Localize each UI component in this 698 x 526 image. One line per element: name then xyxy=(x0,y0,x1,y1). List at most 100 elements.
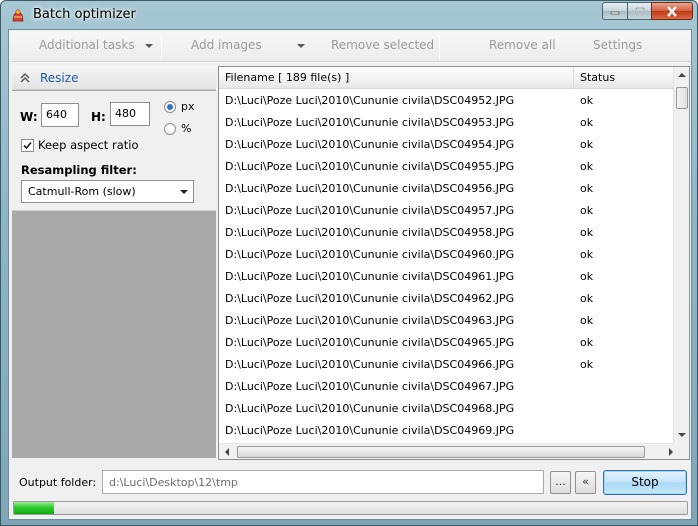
table-row[interactable]: D:\Luci\Poze Luci\2010\Cununie civila\DS… xyxy=(219,133,679,155)
filename-cell: D:\Luci\Poze Luci\2010\Cununie civila\DS… xyxy=(225,314,515,327)
table-row[interactable]: D:\Luci\Poze Luci\2010\Cununie civila\DS… xyxy=(219,265,679,287)
output-folder-input[interactable]: d:\Luci\Desktop\12\tmp xyxy=(102,470,544,494)
close-icon xyxy=(667,5,677,17)
table-row[interactable]: D:\Luci\Poze Luci\2010\Cununie civila\DS… xyxy=(219,375,679,397)
browse-button[interactable]: ... xyxy=(550,471,571,494)
minimize-button[interactable] xyxy=(602,2,628,20)
add-images-button[interactable]: Add images xyxy=(191,38,262,52)
filename-cell: D:\Luci\Poze Luci\2010\Cununie civila\DS… xyxy=(225,270,515,283)
resize-section-header[interactable]: Resize xyxy=(12,66,216,90)
keep-aspect-label: Keep aspect ratio xyxy=(38,138,139,152)
title-bar[interactable]: Batch optimizer xyxy=(1,1,697,29)
filter-label: Resampling filter: xyxy=(21,163,137,177)
close-button[interactable] xyxy=(651,2,693,20)
stop-button[interactable]: Stop xyxy=(603,470,687,495)
table-row[interactable]: D:\Luci\Poze Luci\2010\Cununie civila\DS… xyxy=(219,111,679,133)
file-list[interactable]: Filename [ 189 file(s) ] Status D:\Luci\… xyxy=(218,66,690,460)
filename-cell: D:\Luci\Poze Luci\2010\Cununie civila\DS… xyxy=(225,292,515,305)
filename-cell: D:\Luci\Poze Luci\2010\Cununie civila\DS… xyxy=(225,248,515,261)
chevron-down-icon[interactable] xyxy=(145,44,153,48)
window-title: Batch optimizer xyxy=(33,7,136,22)
table-row[interactable]: D:\Luci\Poze Luci\2010\Cununie civila\DS… xyxy=(219,353,679,375)
table-row[interactable]: D:\Luci\Poze Luci\2010\Cununie civila\DS… xyxy=(219,243,679,265)
status-cell: ok xyxy=(580,182,594,195)
status-cell: ok xyxy=(580,116,594,129)
remove-selected-button[interactable]: Remove selected xyxy=(331,38,434,52)
resize-section-body: W: 640 H: 480 px % Keep aspect ratio Res… xyxy=(12,91,216,211)
scroll-down-icon[interactable] xyxy=(678,433,686,437)
status-cell: ok xyxy=(580,226,594,239)
resize-section-title: Resize xyxy=(40,71,79,85)
unit-percent-label: % xyxy=(181,122,192,135)
keep-aspect-checkbox[interactable] xyxy=(21,139,34,152)
minimize-icon xyxy=(610,11,620,15)
table-row[interactable]: D:\Luci\Poze Luci\2010\Cununie civila\DS… xyxy=(219,287,679,309)
table-row[interactable]: D:\Luci\Poze Luci\2010\Cununie civila\DS… xyxy=(219,199,679,221)
checkmark-icon xyxy=(23,141,32,150)
scroll-left-icon[interactable] xyxy=(225,448,229,456)
width-label: W: xyxy=(20,110,38,124)
width-input[interactable]: 640 xyxy=(41,103,79,127)
unit-px-label: px xyxy=(181,100,195,113)
status-cell: ok xyxy=(580,292,594,305)
additional-tasks-button[interactable]: Additional tasks xyxy=(39,38,135,52)
status-cell: ok xyxy=(580,138,594,151)
resampling-filter-select[interactable]: Catmull-Rom (slow) xyxy=(21,180,194,203)
table-row[interactable]: D:\Luci\Poze Luci\2010\Cununie civila\DS… xyxy=(219,419,679,439)
progress-bar xyxy=(13,501,688,515)
status-cell: ok xyxy=(580,248,594,261)
horizontal-scroll-thumb[interactable] xyxy=(237,446,645,458)
list-header: Filename [ 189 file(s) ] Status xyxy=(219,67,679,89)
status-cell: ok xyxy=(580,204,594,217)
app-window: Batch optimizer Additional tasks Add ima… xyxy=(0,0,698,526)
filename-cell: D:\Luci\Poze Luci\2010\Cununie civila\DS… xyxy=(225,402,515,415)
maximize-button[interactable] xyxy=(627,2,652,20)
chevron-down-icon xyxy=(180,190,188,194)
filename-cell: D:\Luci\Poze Luci\2010\Cununie civila\DS… xyxy=(225,424,515,437)
scroll-thumb[interactable] xyxy=(676,87,688,109)
toolbar: Additional tasks Add images Remove selec… xyxy=(11,31,690,62)
filter-value: Catmull-Rom (slow) xyxy=(28,185,136,198)
status-cell: ok xyxy=(580,314,594,327)
filename-cell: D:\Luci\Poze Luci\2010\Cununie civila\DS… xyxy=(225,182,515,195)
status-cell: ok xyxy=(580,270,594,283)
settings-button[interactable]: Settings xyxy=(593,38,642,52)
unit-px-radio[interactable] xyxy=(164,101,176,113)
status-cell: ok xyxy=(580,160,594,173)
height-input[interactable]: 480 xyxy=(110,102,150,126)
status-cell: ok xyxy=(580,94,594,107)
status-cell: ok xyxy=(580,358,594,371)
table-row[interactable]: D:\Luci\Poze Luci\2010\Cununie civila\DS… xyxy=(219,177,679,199)
status-column-header[interactable]: Status xyxy=(580,71,615,84)
horizontal-scrollbar[interactable] xyxy=(219,443,679,459)
filename-cell: D:\Luci\Poze Luci\2010\Cununie civila\DS… xyxy=(225,358,515,371)
recent-folders-button[interactable]: « xyxy=(575,471,596,494)
scroll-up-icon[interactable] xyxy=(678,73,686,77)
tasks-panel: Resize W: 640 H: 480 px % Keep aspect ra… xyxy=(12,66,216,458)
output-folder-label: Output folder: xyxy=(19,476,97,489)
vertical-scrollbar[interactable] xyxy=(673,67,689,443)
remove-all-button[interactable]: Remove all xyxy=(489,38,556,52)
list-rows: D:\Luci\Poze Luci\2010\Cununie civila\DS… xyxy=(219,89,679,439)
filename-cell: D:\Luci\Poze Luci\2010\Cununie civila\DS… xyxy=(225,336,515,349)
status-cell: ok xyxy=(580,336,594,349)
column-divider[interactable] xyxy=(573,67,574,89)
table-row[interactable]: D:\Luci\Poze Luci\2010\Cununie civila\DS… xyxy=(219,155,679,177)
client-area: Additional tasks Add images Remove selec… xyxy=(8,29,692,520)
table-row[interactable]: D:\Luci\Poze Luci\2010\Cununie civila\DS… xyxy=(219,309,679,331)
collapse-icon[interactable] xyxy=(20,73,30,83)
unit-percent-radio[interactable] xyxy=(164,123,176,135)
height-label: H: xyxy=(91,110,106,124)
app-icon xyxy=(12,9,24,22)
table-row[interactable]: D:\Luci\Poze Luci\2010\Cununie civila\DS… xyxy=(219,221,679,243)
table-row[interactable]: D:\Luci\Poze Luci\2010\Cununie civila\DS… xyxy=(219,331,679,353)
filename-cell: D:\Luci\Poze Luci\2010\Cununie civila\DS… xyxy=(225,204,515,217)
filename-column-header[interactable]: Filename [ 189 file(s) ] xyxy=(225,71,349,84)
maximize-icon xyxy=(634,6,645,16)
bottom-bar: Output folder: d:\Luci\Desktop\12\tmp ..… xyxy=(9,460,693,520)
table-row[interactable]: D:\Luci\Poze Luci\2010\Cununie civila\DS… xyxy=(219,89,679,111)
table-row[interactable]: D:\Luci\Poze Luci\2010\Cununie civila\DS… xyxy=(219,397,679,419)
filename-cell: D:\Luci\Poze Luci\2010\Cununie civila\DS… xyxy=(225,138,515,151)
chevron-down-icon[interactable] xyxy=(297,44,305,48)
filename-cell: D:\Luci\Poze Luci\2010\Cununie civila\DS… xyxy=(225,116,515,129)
